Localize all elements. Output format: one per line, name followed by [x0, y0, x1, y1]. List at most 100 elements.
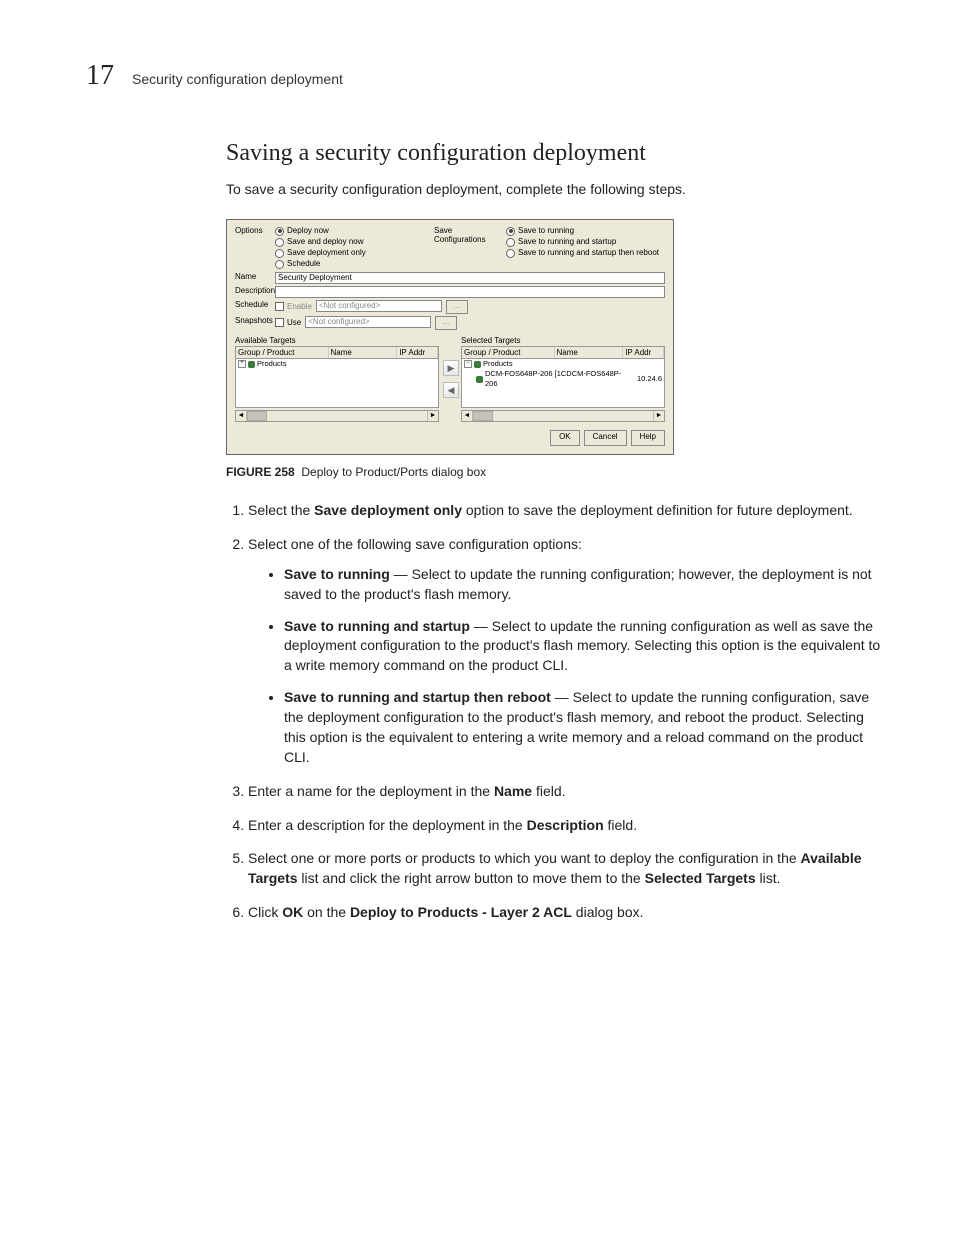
- chapter-number: 17: [86, 60, 114, 92]
- move-right-button[interactable]: ▶: [443, 360, 459, 376]
- move-left-button[interactable]: ◀: [443, 382, 459, 398]
- step-text: field.: [604, 817, 637, 833]
- running-head: 17 Security configuration deployment: [86, 60, 882, 92]
- options-row: Options Deploy now Save and deploy now S…: [235, 226, 665, 270]
- step-term: Name: [494, 783, 532, 799]
- tree-item-group: DCM-FOS648P-206 [1CDCM-FOS648P-206: [485, 369, 631, 389]
- selected-targets-panel: Selected Targets Group / Product Name IP…: [461, 336, 665, 422]
- col-name: Name: [555, 347, 624, 358]
- dialog-button-bar: OK Cancel Help: [235, 430, 665, 446]
- radio-empty-icon: [275, 238, 284, 247]
- snapshot-config-button[interactable]: …: [435, 316, 457, 330]
- tree-row[interactable]: − Products: [462, 359, 664, 369]
- name-input[interactable]: Security Deployment: [275, 272, 665, 284]
- snapshot-config-display: <Not configured>: [305, 316, 431, 328]
- step-2: Select one of the following save configu…: [248, 535, 882, 768]
- schedule-config-button[interactable]: …: [446, 300, 468, 314]
- scroll-right-icon[interactable]: ►: [427, 411, 438, 421]
- radio-save-running[interactable]: Save to running: [506, 226, 665, 236]
- radio-deploy-now[interactable]: Deploy now: [275, 226, 434, 236]
- step-term: Save deployment only: [314, 502, 462, 518]
- use-checkbox[interactable]: Use: [275, 316, 301, 329]
- use-label: Use: [287, 318, 301, 328]
- name-row: Name Security Deployment: [235, 272, 665, 284]
- step-text: Select one or more ports or products to …: [248, 850, 801, 866]
- radio-save-run-startup-reboot[interactable]: Save to running and startup then reboot: [506, 248, 665, 258]
- scroll-thumb[interactable]: [247, 411, 267, 421]
- radio-save-run-startup[interactable]: Save to running and startup: [506, 237, 665, 247]
- step-text: Enter a description for the deployment i…: [248, 817, 527, 833]
- radio-empty-icon: [275, 260, 284, 269]
- col-ip: IP Addr: [397, 347, 438, 358]
- step-text: dialog box.: [572, 904, 644, 920]
- available-targets-body[interactable]: + Products: [235, 359, 439, 408]
- step-text: list.: [756, 870, 781, 886]
- col-group: Group / Product: [462, 347, 555, 358]
- description-field-label: Description: [235, 286, 275, 298]
- available-scrollbar[interactable]: ◄ ►: [235, 410, 439, 422]
- scroll-left-icon[interactable]: ◄: [462, 411, 473, 421]
- list-item: Save to running — Select to update the r…: [284, 565, 882, 605]
- radio-label: Save to running and startup then reboot: [518, 248, 659, 258]
- step-text: option to save the deployment definition…: [462, 502, 853, 518]
- step-3: Enter a name for the deployment in the N…: [248, 782, 882, 802]
- radio-label: Save to running: [518, 226, 574, 236]
- step-4: Enter a description for the deployment i…: [248, 816, 882, 836]
- selected-scrollbar[interactable]: ◄ ►: [461, 410, 665, 422]
- col-name: Name: [329, 347, 398, 358]
- radio-label: Save to running and startup: [518, 237, 616, 247]
- scroll-left-icon[interactable]: ◄: [236, 411, 247, 421]
- step-text: Select the: [248, 502, 314, 518]
- schedule-field-label: Schedule: [235, 300, 275, 314]
- selected-targets-header: Group / Product Name IP Addr: [461, 346, 665, 359]
- collapse-icon[interactable]: −: [464, 360, 472, 368]
- name-field-label: Name: [235, 272, 275, 284]
- cancel-button[interactable]: Cancel: [584, 430, 627, 446]
- schedule-row: Schedule Enable <Not configured> …: [235, 300, 665, 314]
- tree-row[interactable]: + Products: [236, 359, 438, 369]
- step-text: Enter a name for the deployment in the: [248, 783, 494, 799]
- option-term: Save to running: [284, 566, 390, 582]
- snapshots-row: Snapshots Use <Not configured> …: [235, 316, 665, 330]
- ok-button[interactable]: OK: [550, 430, 580, 446]
- list-item: Save to running and startup then reboot …: [284, 688, 882, 768]
- checkbox-icon: [275, 318, 284, 327]
- running-head-text: Security configuration deployment: [132, 71, 343, 87]
- step-text: Select one of the following save configu…: [248, 536, 582, 552]
- save-config-column: Save to running Save to running and star…: [506, 226, 665, 270]
- scroll-right-icon[interactable]: ►: [653, 411, 664, 421]
- tree-item-ip: 10.24.6: [637, 374, 662, 384]
- expand-icon[interactable]: +: [238, 360, 246, 368]
- description-input[interactable]: [275, 286, 665, 298]
- radio-dot-icon: [506, 227, 515, 236]
- enable-checkbox[interactable]: Enable: [275, 300, 312, 313]
- step-text: Click: [248, 904, 282, 920]
- radio-label: Deploy now: [287, 226, 329, 236]
- radio-schedule[interactable]: Schedule: [275, 259, 434, 269]
- help-button[interactable]: Help: [631, 430, 665, 446]
- scroll-thumb[interactable]: [473, 411, 493, 421]
- options-column: Deploy now Save and deploy now Save depl…: [275, 226, 434, 270]
- available-targets-header: Group / Product Name IP Addr: [235, 346, 439, 359]
- schedule-config-display: <Not configured>: [316, 300, 442, 312]
- col-ip: IP Addr: [623, 347, 664, 358]
- tree-row[interactable]: DCM-FOS648P-206 [1CDCM-FOS648P-206 10.24…: [462, 369, 664, 389]
- step-text: on the: [303, 904, 350, 920]
- available-targets-title: Available Targets: [235, 336, 439, 345]
- list-item: Save to running and startup — Select to …: [284, 617, 882, 677]
- available-targets-panel: Available Targets Group / Product Name I…: [235, 336, 439, 422]
- device-icon: [476, 376, 483, 383]
- page: 17 Security configuration deployment Sav…: [0, 0, 954, 997]
- radio-empty-icon: [506, 249, 515, 258]
- section-title: Saving a security configuration deployme…: [226, 140, 882, 167]
- radio-label: Save deployment only: [287, 248, 366, 258]
- radio-dot-icon: [275, 227, 284, 236]
- radio-save-only[interactable]: Save deployment only: [275, 248, 434, 258]
- products-icon: [474, 361, 481, 368]
- products-icon: [248, 361, 255, 368]
- step-term: Description: [527, 817, 604, 833]
- radio-save-and-deploy[interactable]: Save and deploy now: [275, 237, 434, 247]
- selected-targets-body[interactable]: − Products DCM-FOS648P-206 [1CDCM-FOS648…: [461, 359, 665, 408]
- option-term: Save to running and startup: [284, 618, 470, 634]
- enable-label: Enable: [287, 302, 312, 312]
